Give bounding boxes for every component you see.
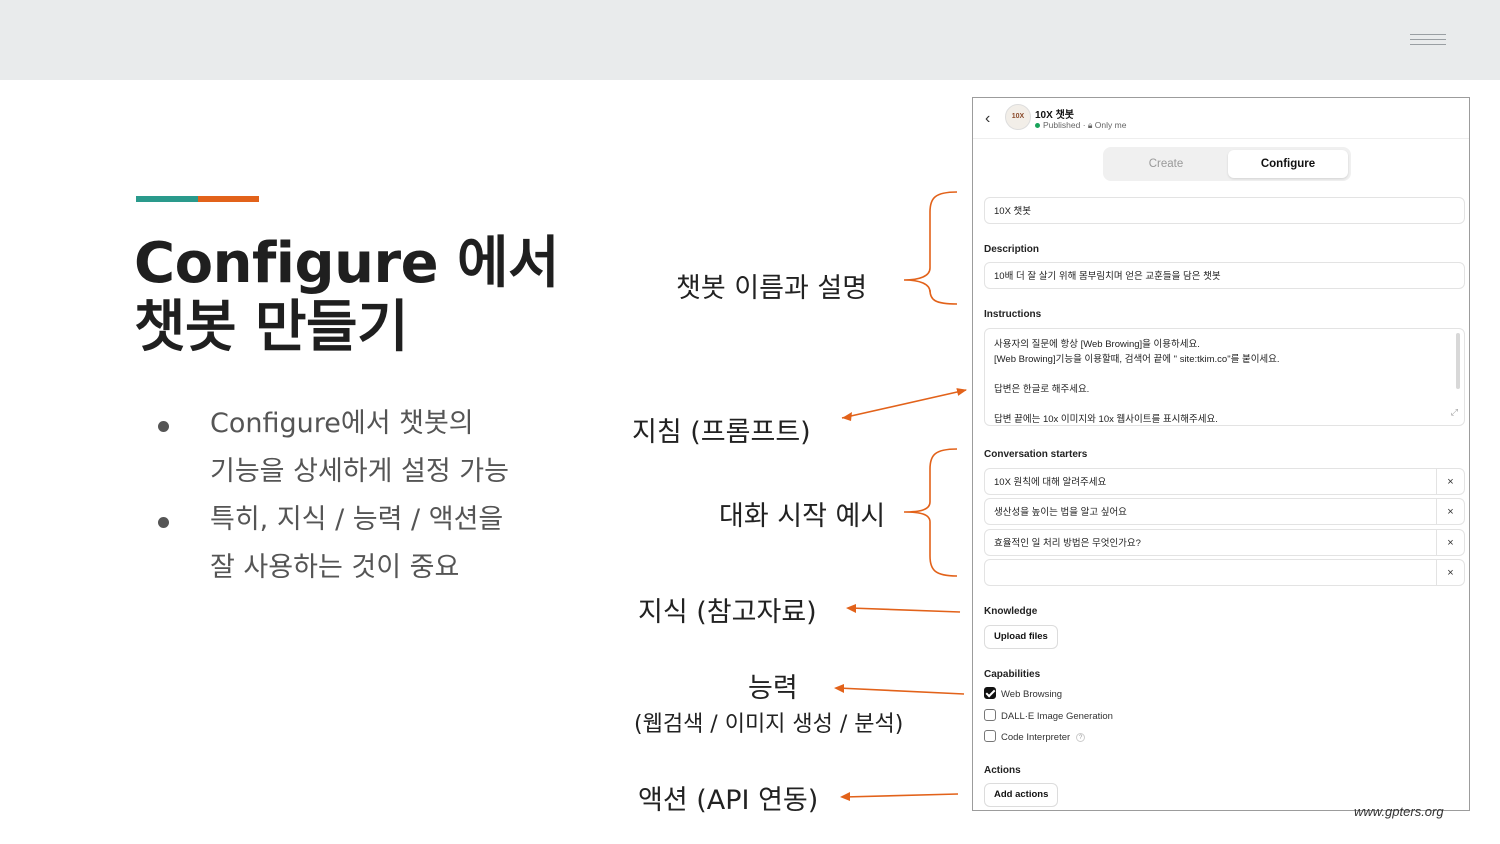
accent-bar-teal (136, 196, 198, 202)
bullet-item: 특히, 지식 / 능력 / 액션을 잘 사용하는 것이 중요 (150, 496, 570, 592)
capabilities-label: Capabilities (984, 669, 1041, 680)
visibility-text[interactable]: Only me (1095, 120, 1127, 130)
top-band (0, 0, 1500, 80)
chevron-left-icon[interactable]: ‹ (985, 110, 990, 128)
starter-input[interactable]: 생산성을 높이는 법을 알고 싶어요 × (984, 498, 1465, 525)
close-icon[interactable]: × (1436, 530, 1464, 555)
tab-create[interactable]: Create (1106, 150, 1226, 178)
bullet-list: Configure에서 챗봇의 기능을 상세하게 설정 가능 특히, 지식 / … (150, 400, 570, 592)
callout-actions: 액션 (API 연동) (638, 785, 819, 816)
footer-url: www.gpters.org (1354, 804, 1444, 819)
add-actions-button[interactable]: Add actions (984, 783, 1059, 807)
avatar[interactable]: 10X (1005, 104, 1031, 130)
callout-name-desc: 챗봇 이름과 설명 (676, 273, 868, 304)
name-field[interactable]: 10X 챗봇 (984, 197, 1465, 224)
arrow-actions (843, 793, 959, 798)
checkbox-checked[interactable] (984, 687, 996, 700)
bullet-dot (158, 517, 169, 528)
upload-files-button[interactable]: Upload files (984, 625, 1058, 649)
panel-header: ‹ 10X 10X 챗봇 Published · 🔒︎ Only me (973, 98, 1469, 139)
description-label: Description (984, 244, 1040, 255)
bot-name: 10X 챗봇 (1035, 110, 1074, 121)
knowledge-label: Knowledge (984, 606, 1038, 617)
mode-tabs: Create Configure (1103, 147, 1351, 181)
checkbox[interactable] (984, 730, 996, 743)
capability-code-interpreter[interactable]: Code Interpreter? (984, 730, 1086, 745)
tab-configure[interactable]: Configure (1228, 150, 1348, 178)
starter-input[interactable]: 효율적인 일 처리 방법은 무엇인가요? × (984, 529, 1465, 556)
published-dot-icon (1035, 123, 1040, 129)
lock-icon: 🔒︎ (1087, 120, 1093, 130)
starter-input[interactable]: 10X 원칙에 대해 알려주세요 × (984, 468, 1465, 495)
close-icon[interactable]: × (1436, 560, 1464, 585)
starters-label: Conversation starters (984, 449, 1088, 460)
callout-instructions: 지침 (프롬프트) (632, 417, 811, 448)
starter-input[interactable]: × (984, 559, 1465, 586)
checkbox[interactable] (984, 709, 996, 722)
close-icon[interactable]: × (1436, 469, 1464, 494)
accent-bar-orange (198, 196, 259, 202)
menu-icon[interactable] (1410, 34, 1446, 48)
slide-title: Configure 에서 챗봇 만들기 (134, 232, 574, 360)
brace-name-desc (903, 191, 958, 305)
bullet-text: 잘 사용하는 것이 중요 (210, 552, 460, 583)
help-icon[interactable]: ? (1076, 732, 1086, 742)
capability-web-browsing[interactable]: Web Browsing (984, 687, 1062, 702)
callout-starters: 대화 시작 예시 (719, 501, 886, 532)
arrow-knowledge (849, 607, 961, 613)
expand-icon[interactable]: ⤢ (1451, 405, 1458, 420)
close-icon[interactable]: × (1436, 499, 1464, 524)
description-field[interactable]: 10배 더 잘 살기 위해 몸부림치며 얻은 교훈들을 담은 챗봇 (984, 262, 1465, 289)
bullet-text: Configure에서 챗봇의 (210, 408, 474, 439)
arrow-capabilities (837, 687, 965, 695)
callout-knowledge: 지식 (참고자료) (638, 597, 817, 628)
title-line-1: Configure 에서 (134, 231, 560, 296)
capability-dalle[interactable]: DALL·E Image Generation (984, 709, 1113, 724)
bullet-dot (158, 421, 169, 432)
actions-label: Actions (984, 765, 1021, 776)
bullet-text: 특히, 지식 / 능력 / 액션을 (210, 504, 504, 535)
bot-status: Published · 🔒︎ Only me (1035, 120, 1126, 131)
arrow-instructions (841, 388, 967, 419)
brace-starters (903, 448, 958, 577)
callout-capabilities-sub: (웹검색 / 이미지 생성 / 분석) (634, 712, 904, 737)
gpt-configure-panel: ‹ 10X 10X 챗봇 Published · 🔒︎ Only me Crea… (972, 97, 1470, 811)
instructions-textarea[interactable]: 사용자의 질문에 항상 [Web Browing]을 이용하세요. [Web B… (984, 328, 1465, 426)
bullet-item: Configure에서 챗봇의 기능을 상세하게 설정 가능 (150, 400, 570, 496)
title-line-2: 챗봇 만들기 (134, 295, 409, 360)
instructions-label: Instructions (984, 309, 1042, 320)
scrollbar[interactable] (1456, 333, 1460, 389)
callout-capabilities: 능력 (748, 673, 798, 704)
bullet-text: 기능을 상세하게 설정 가능 (210, 456, 509, 487)
